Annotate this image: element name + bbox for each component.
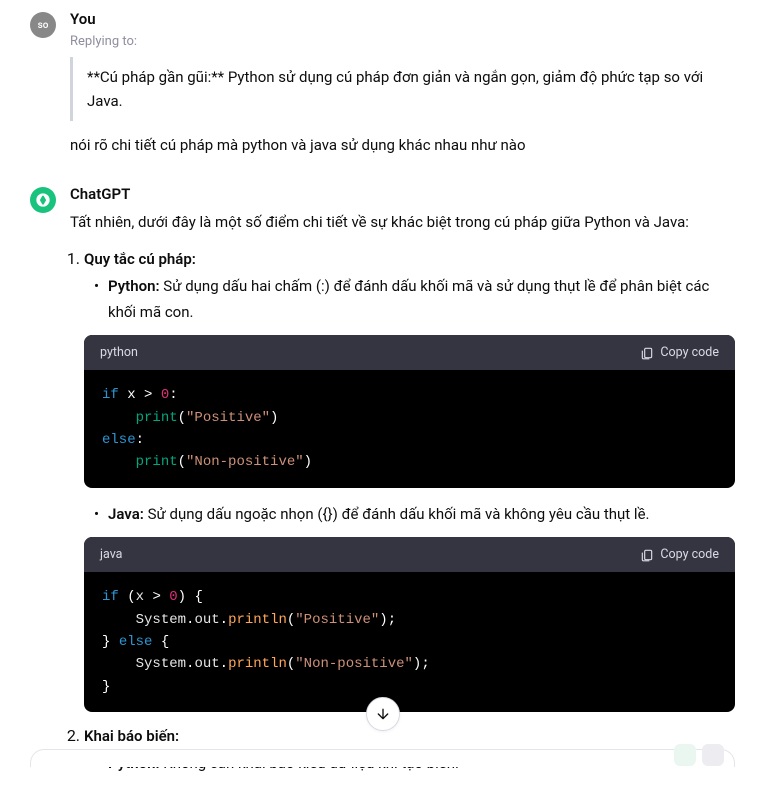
openai-logo-icon <box>35 192 51 208</box>
code-lang-label: java <box>100 547 122 562</box>
message-input[interactable] <box>30 749 735 767</box>
python-label: Python: <box>108 277 160 295</box>
user-message: so You Replying to: **Cú pháp gần gũi:**… <box>30 10 735 157</box>
copy-label: Copy code <box>660 547 719 562</box>
copy-code-button[interactable]: Copy code <box>640 345 719 360</box>
input-action-icon[interactable] <box>674 744 696 766</box>
replying-to-label: Replying to: <box>70 34 735 49</box>
assistant-avatar <box>30 187 56 213</box>
user-text: nói rõ chi tiết cú pháp mà python và jav… <box>70 133 735 157</box>
quoted-text: **Cú pháp gần gũi:** Python sử dụng cú p… <box>87 68 703 110</box>
clipboard-icon <box>640 346 654 360</box>
python-code[interactable]: if x > 0: print("Positive") else: print(… <box>84 370 735 488</box>
java-label: Java: <box>108 505 144 523</box>
java-desc: Sử dụng dấu ngoặc nhọn ({}) để đánh dấu … <box>144 505 650 523</box>
avatar-initials: so <box>38 20 49 31</box>
clipboard-icon <box>640 548 654 562</box>
item1-python-bullet: Python: Sử dụng dấu hai chấm (:) để đánh… <box>94 274 735 325</box>
assistant-intro: Tất nhiên, dưới đây là một số điểm chi t… <box>70 209 735 235</box>
item1-java-bullet: Java: Sử dụng dấu ngoặc nhọn ({}) để đán… <box>94 502 735 528</box>
python-desc: Sử dụng dấu hai chấm (:) để đánh dấu khố… <box>108 277 709 321</box>
user-sender-label: You <box>70 10 735 28</box>
code-block-python: python Copy code if x > 0: print("Positi… <box>84 335 735 488</box>
user-avatar: so <box>30 12 56 38</box>
code-block-java: java Copy code if (x > 0) { System.out.p… <box>84 537 735 712</box>
list-item-1: Quy tắc cú pháp: Python: Sử dụng dấu hai… <box>84 249 735 712</box>
copy-code-button[interactable]: Copy code <box>640 547 719 562</box>
numbered-list: Quy tắc cú pháp: Python: Sử dụng dấu hai… <box>70 249 735 777</box>
assistant-sender-label: ChatGPT <box>70 185 735 203</box>
code-lang-label: python <box>100 345 138 360</box>
java-code[interactable]: if (x > 0) { System.out.println("Positiv… <box>84 572 735 712</box>
item1-heading: Quy tắc cú pháp: <box>84 250 196 268</box>
scroll-to-bottom-button[interactable] <box>366 697 400 731</box>
arrow-down-icon <box>375 706 391 722</box>
send-button[interactable] <box>702 744 724 766</box>
item2-heading: Khai báo biến: <box>84 727 179 745</box>
quoted-reply: **Cú pháp gần gũi:** Python sử dụng cú p… <box>70 57 735 121</box>
copy-label: Copy code <box>660 345 719 360</box>
